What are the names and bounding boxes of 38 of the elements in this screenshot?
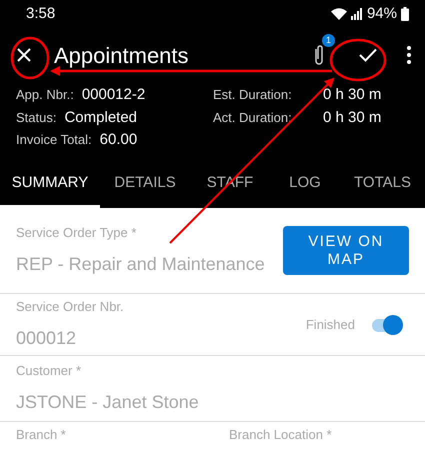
paperclip-icon — [313, 44, 325, 66]
tab[interactable]: DETAILS — [100, 162, 190, 208]
close-icon — [16, 47, 32, 63]
field-value: JSTONE - Janet Stone — [16, 390, 199, 414]
count-badge: 1 — [322, 34, 335, 47]
tab[interactable]: LOG — [270, 162, 340, 208]
field-label: Act. Duration: — [213, 108, 293, 126]
field-label: Service Order Type * — [16, 224, 138, 242]
field-label: Status: — [16, 108, 56, 126]
signal-icon — [350, 8, 363, 20]
screen-title: Appointments — [54, 42, 189, 70]
field-label: Service Order Nbr. — [16, 298, 124, 316]
field-label: Invoice Total: — [16, 131, 92, 149]
field-label: App. Nbr.: — [16, 86, 74, 104]
field-label: Branch * — [16, 426, 67, 444]
field-value: Completed — [64, 108, 138, 128]
field-label: Customer * — [16, 362, 82, 380]
check-icon — [359, 48, 377, 62]
more-icon — [407, 46, 411, 64]
field-value: 0 h 30 m — [323, 108, 382, 128]
tab[interactable]: TOTALS — [340, 162, 425, 208]
view-on-map-button[interactable]: VIEW ON MAP — [283, 226, 409, 275]
field-value: REP - Repair and Maintenance — [16, 252, 265, 276]
highlight-circle — [330, 38, 386, 82]
tab[interactable]: SUMMARY — [0, 162, 100, 208]
field-value: 000012-2 — [82, 85, 146, 105]
toggle-label: Finished — [306, 316, 355, 334]
battery-level: 94% — [366, 4, 397, 24]
field-label: Est. Duration: — [213, 86, 293, 104]
wifi-icon — [330, 8, 347, 20]
field-value: 60.00 — [100, 130, 138, 150]
clock-time: 3:58 — [26, 4, 56, 24]
finished-toggle[interactable] — [371, 314, 405, 336]
highlight-circle — [10, 36, 50, 80]
field-value: 0 h 30 m — [323, 85, 382, 105]
field-label: Branch Location * — [229, 426, 332, 444]
battery-icon — [401, 7, 409, 21]
field-value: 000012 — [16, 326, 78, 350]
